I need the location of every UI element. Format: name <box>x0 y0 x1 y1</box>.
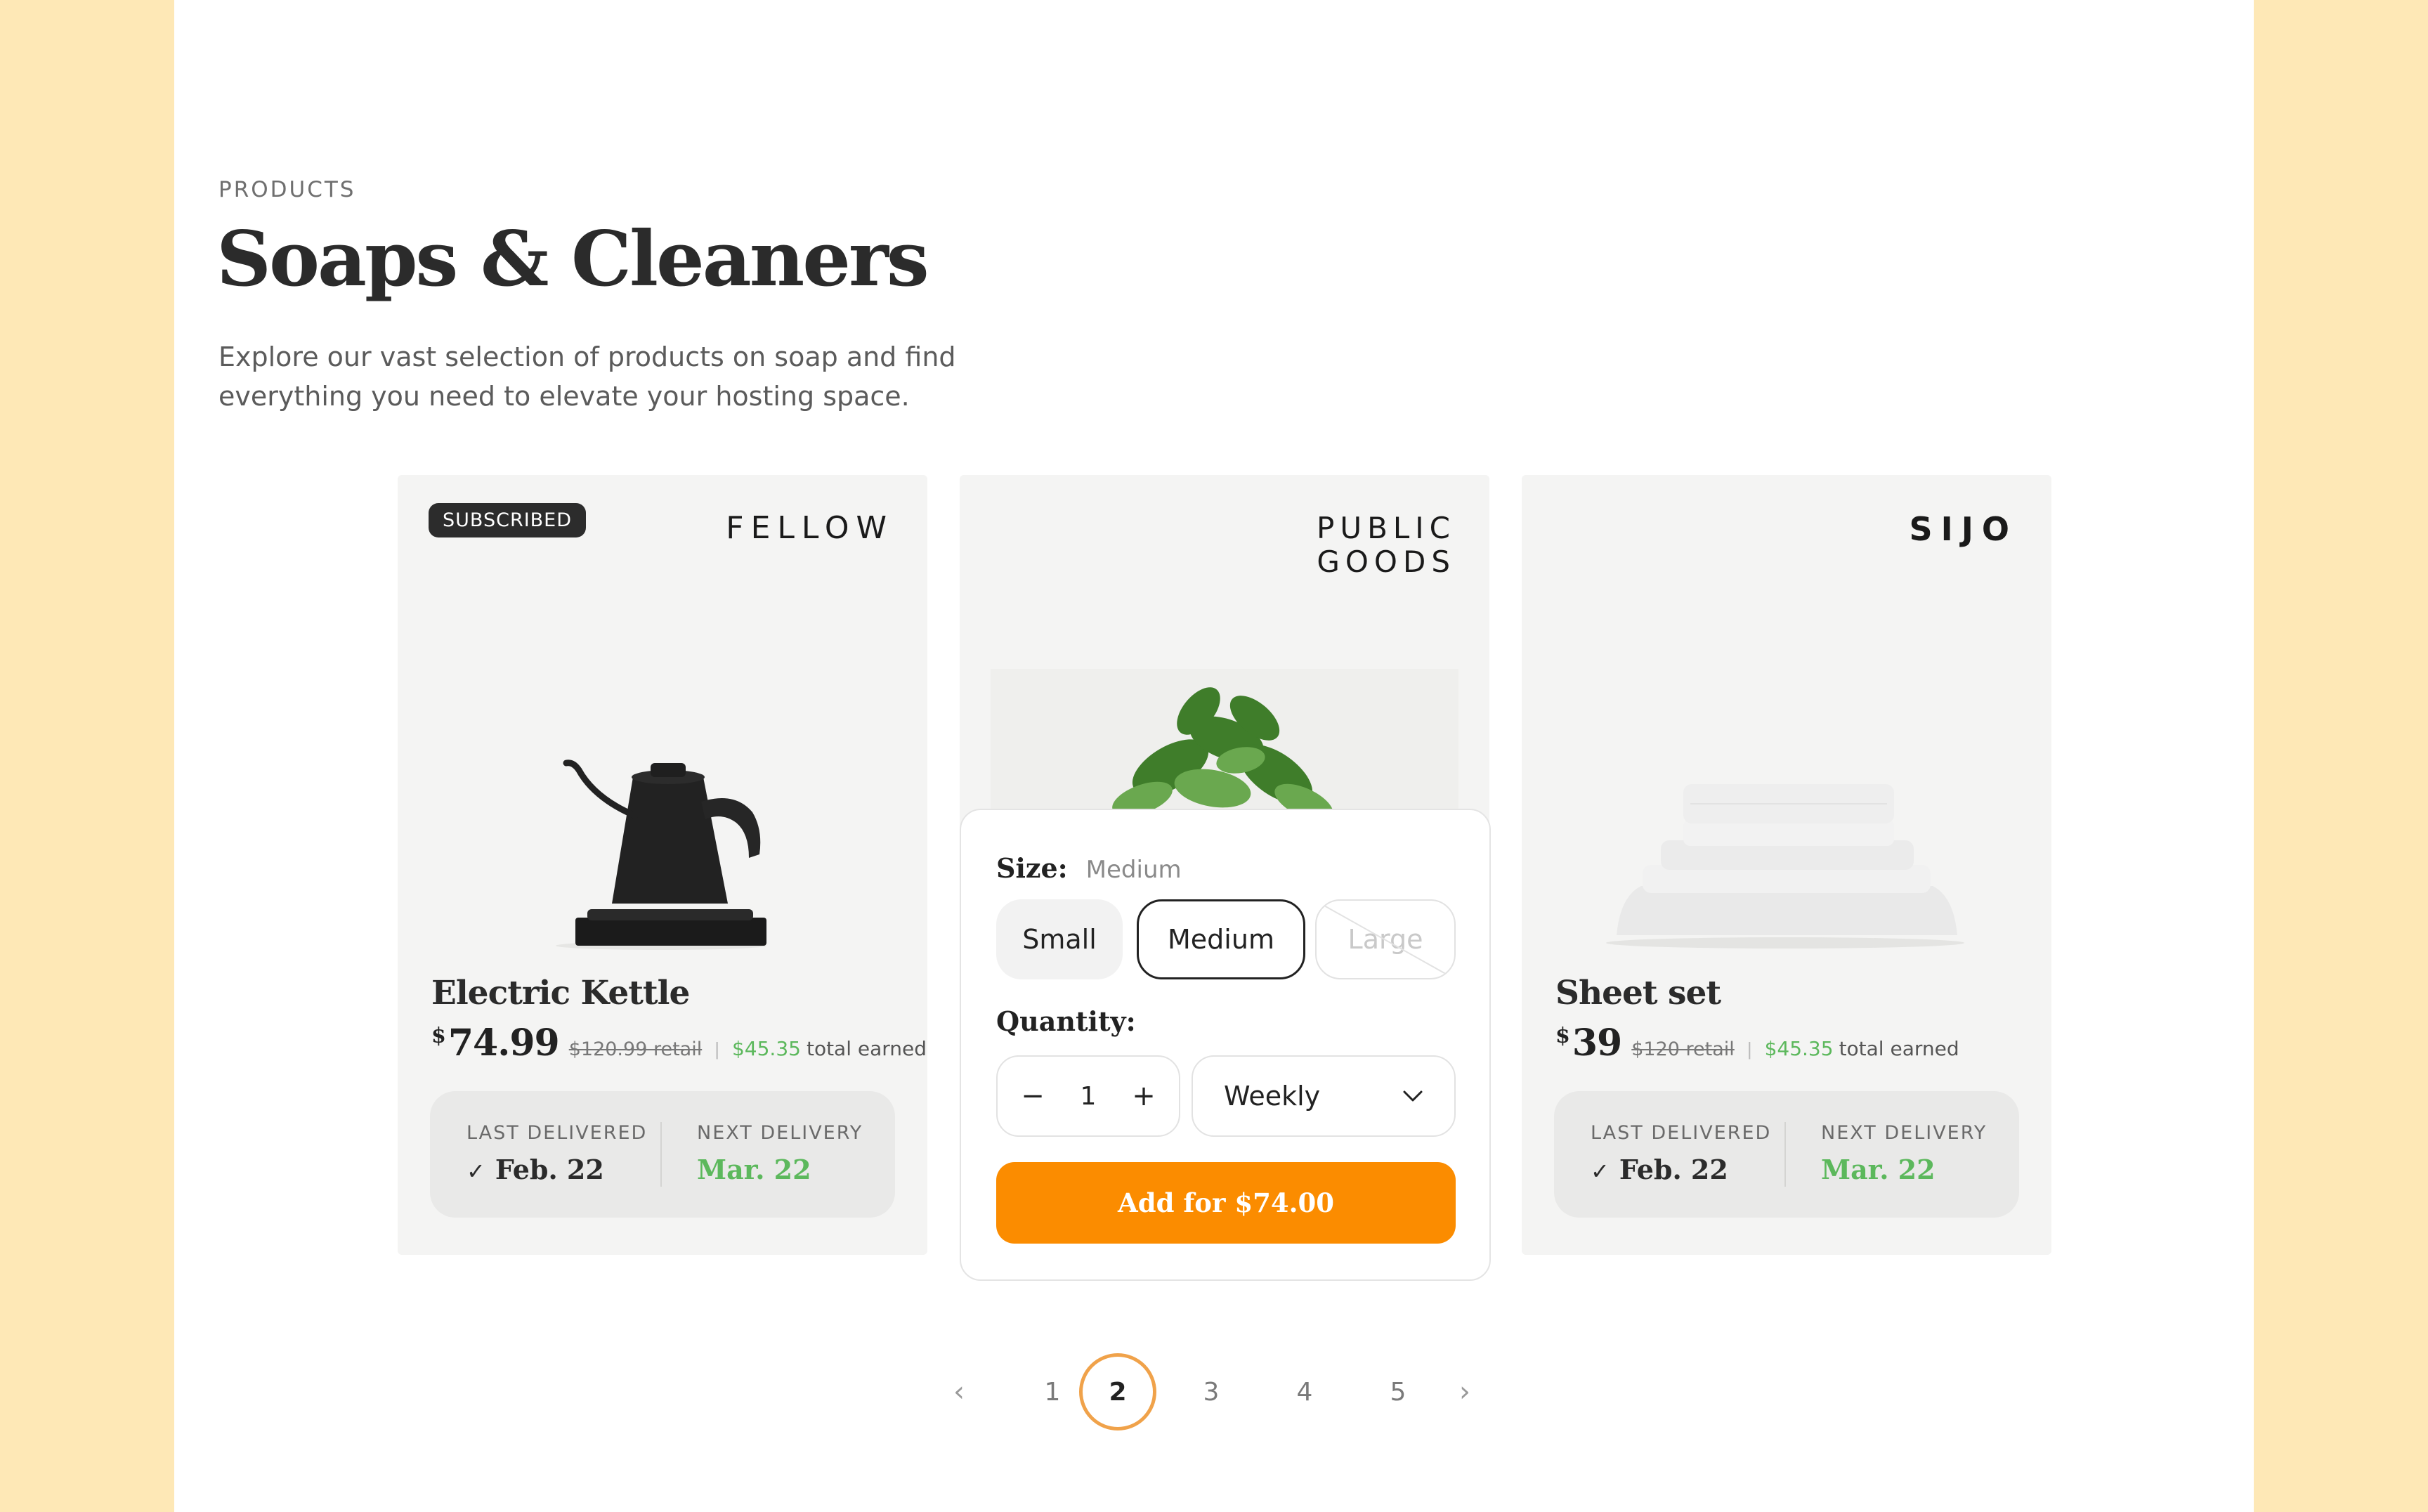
product-name: Sheet set <box>1555 974 1721 1012</box>
page-5[interactable]: 5 <box>1359 1353 1437 1430</box>
page-3[interactable]: 3 <box>1173 1353 1250 1430</box>
next-delivery: NEXT DELIVERY Mar. 22 <box>697 1122 863 1185</box>
check-icon: ✓ <box>1591 1158 1610 1185</box>
retail-price: $120.99 retail <box>568 1038 703 1060</box>
pagination: ‹ 1 2 3 4 5 › <box>920 1353 1503 1430</box>
product-card-kettle[interactable]: SUBSCRIBED FELLOW Electric Kettle $74.99… <box>398 475 927 1255</box>
intro-line-1: Explore our vast selection of products o… <box>218 341 956 372</box>
price-line: $39 $120 retail | $45.35 total earned <box>1555 1022 1959 1064</box>
retail-price: $120 retail <box>1631 1038 1735 1060</box>
next-delivery: NEXT DELIVERY Mar. 22 <box>1821 1122 1988 1185</box>
delivery-info: LAST DELIVERED ✓ Feb. 22 NEXT DELIVERY Ma… <box>430 1091 895 1218</box>
add-to-cart-button[interactable]: Add for $74.00 <box>996 1162 1456 1244</box>
brand-logo-public-goods: PUBLIC GOODS <box>1317 511 1456 579</box>
product-card-sheets[interactable]: SIJO Sheet set $39 $120 retail | $45.35 t… <box>1522 475 2051 1255</box>
plant-image <box>991 669 1458 809</box>
size-value: Medium <box>1085 856 1182 884</box>
brand-logo-sijo: SIJO <box>1909 510 2018 548</box>
decrement-button[interactable]: − <box>1019 1080 1047 1112</box>
next-page-button[interactable]: › <box>1426 1353 1503 1430</box>
delivery-info: LAST DELIVERED ✓ Feb. 22 NEXT DELIVERY Ma… <box>1554 1091 2019 1218</box>
total-earned: $45.35 total earned <box>731 1037 927 1060</box>
sheets-image <box>1606 784 1964 949</box>
brand-logo-fellow: FELLOW <box>726 510 894 546</box>
intro-line-2: everything you need to elevate your host… <box>218 381 910 412</box>
prev-page-button[interactable]: ‹ <box>920 1353 998 1430</box>
last-delivered: LAST DELIVERED ✓ Feb. 22 <box>466 1122 648 1185</box>
section-eyebrow: PRODUCTS <box>218 177 356 202</box>
unavailable-strike <box>1317 901 1454 978</box>
price-line: $74.99 $120.99 retail | $45.35 total earn… <box>431 1022 927 1064</box>
divider: | <box>714 1038 719 1060</box>
section-intro: Explore our vast selection of products o… <box>218 337 1005 416</box>
size-row: Size: Medium <box>996 852 1182 884</box>
size-option-medium[interactable]: Medium <box>1137 899 1305 979</box>
frequency-select[interactable]: Weekly <box>1192 1055 1456 1137</box>
quantity-label: Quantity: <box>996 1005 1136 1037</box>
page-title: Soaps & Cleaners <box>216 215 929 304</box>
page-4[interactable]: 4 <box>1266 1353 1343 1430</box>
price: $39 <box>1555 1022 1622 1064</box>
size-label: Size: <box>996 852 1068 884</box>
size-option-small[interactable]: Small <box>996 899 1123 979</box>
page-2-current[interactable]: 2 <box>1079 1353 1156 1430</box>
subscribe-options-popover: Size: Medium Small Medium Large Quantity… <box>960 809 1491 1281</box>
divider <box>1784 1122 1786 1187</box>
price: $74.99 <box>431 1022 560 1064</box>
divider: | <box>1747 1038 1752 1060</box>
quantity-stepper: − 1 + <box>996 1055 1180 1137</box>
subscribed-badge: SUBSCRIBED <box>429 503 587 537</box>
increment-button[interactable]: + <box>1130 1080 1158 1112</box>
divider <box>660 1122 662 1187</box>
frequency-value: Weekly <box>1224 1081 1321 1112</box>
quantity-value[interactable]: 1 <box>1081 1082 1097 1111</box>
kettle-image <box>556 760 766 950</box>
product-name: Electric Kettle <box>431 974 690 1012</box>
size-option-large[interactable]: Large <box>1315 899 1456 979</box>
last-delivered: LAST DELIVERED ✓ Feb. 22 <box>1591 1122 1772 1185</box>
chevron-down-icon <box>1403 1090 1423 1102</box>
total-earned: $45.35 total earned <box>1764 1037 1959 1060</box>
check-icon: ✓ <box>466 1158 485 1185</box>
